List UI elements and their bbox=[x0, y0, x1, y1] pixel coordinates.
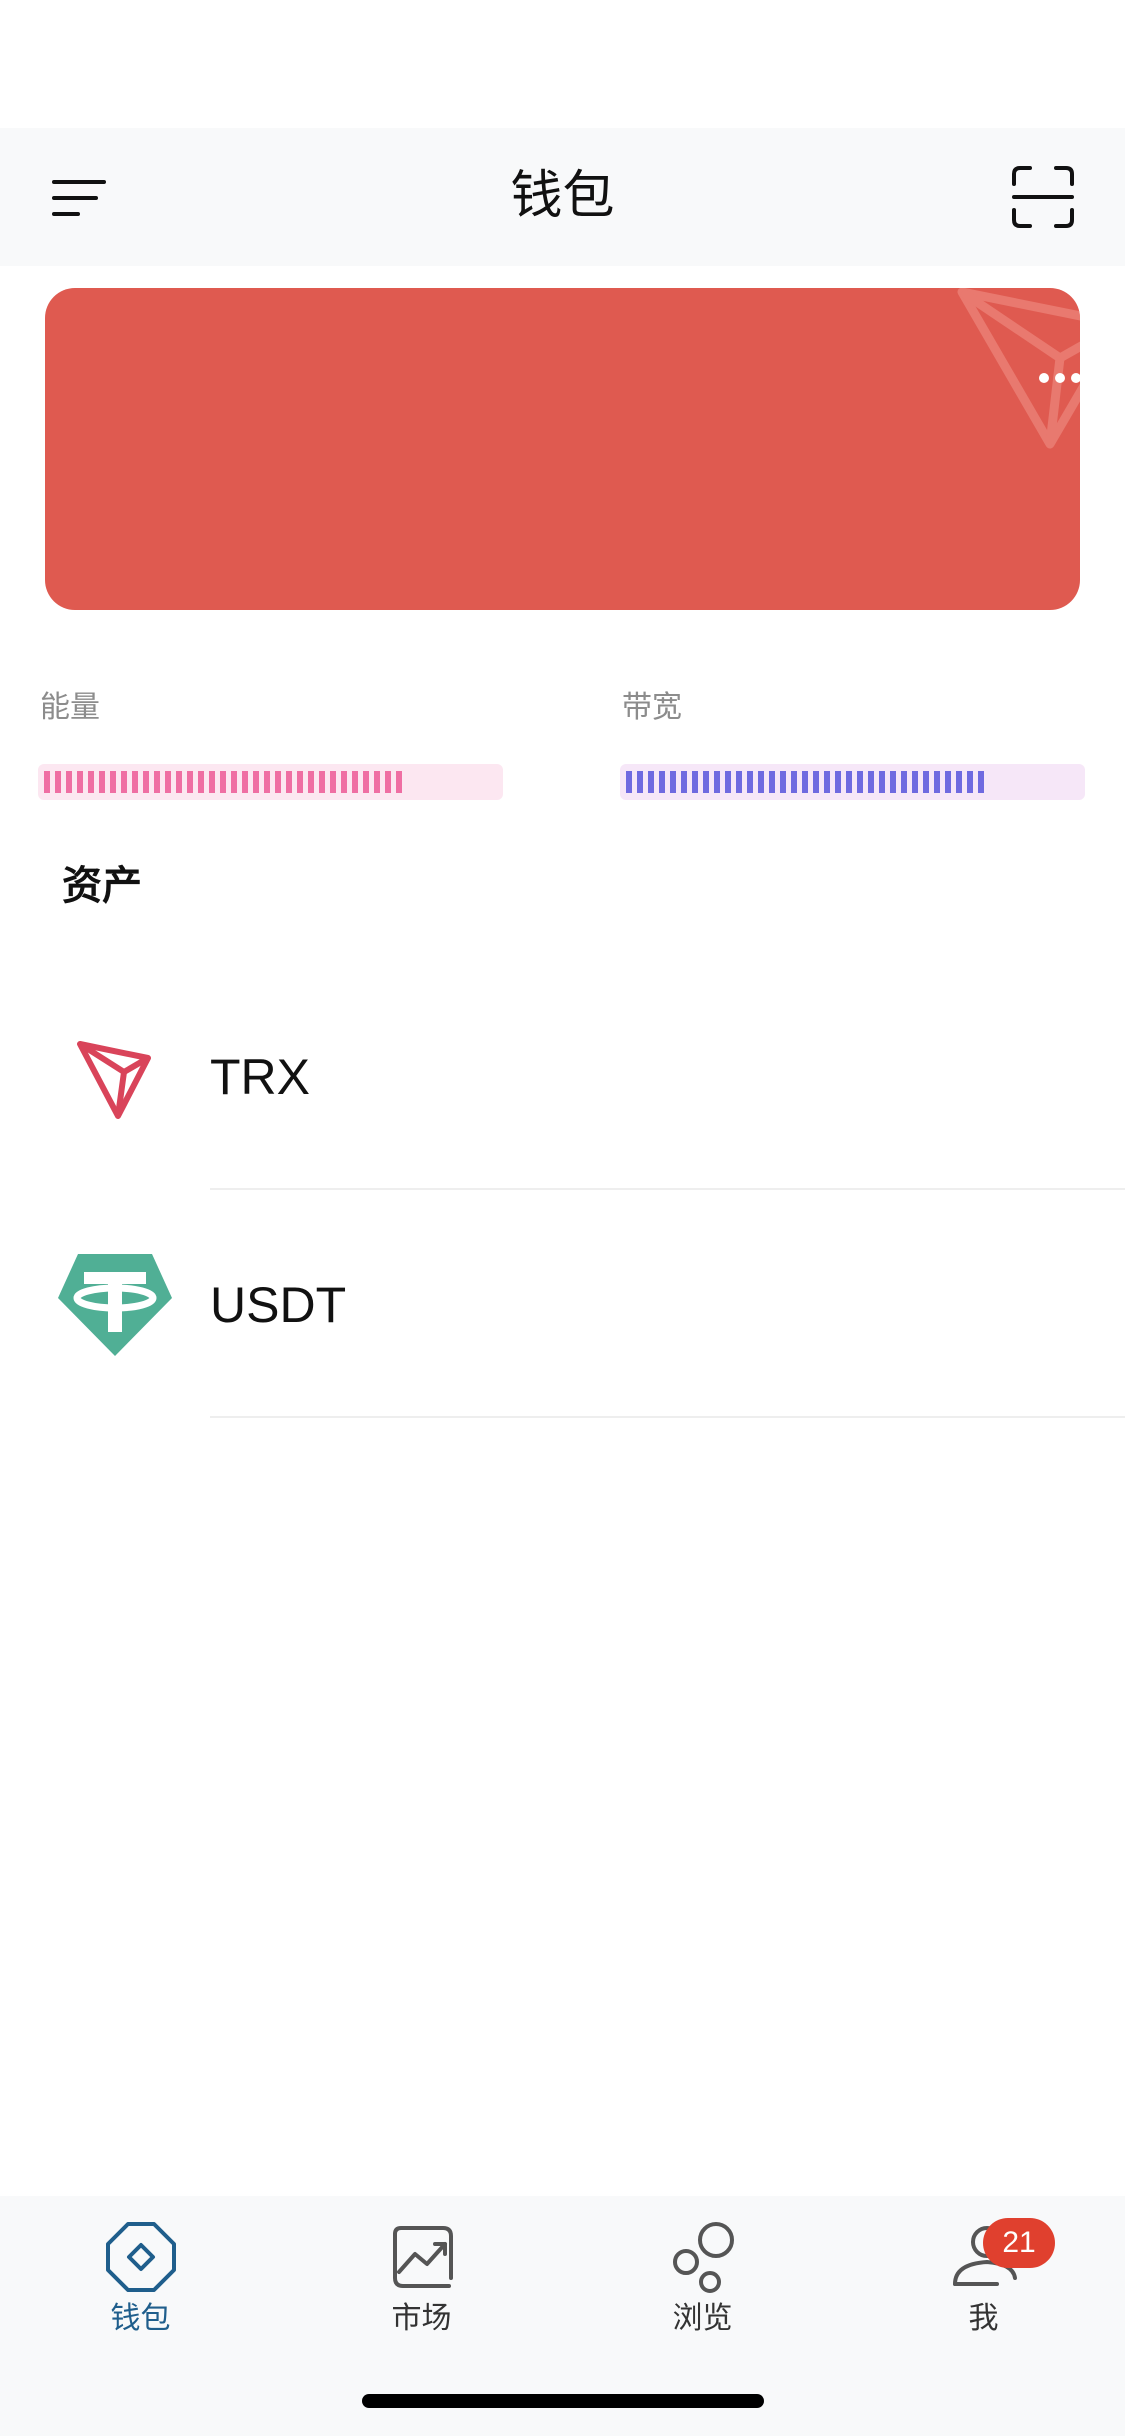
tab-label: 我 bbox=[968, 2301, 999, 2336]
bandwidth-label: 带宽 bbox=[622, 690, 682, 725]
navigation-bar: 钱包 bbox=[0, 128, 1125, 266]
asset-row-trx[interactable]: TRX bbox=[0, 962, 1125, 1190]
divider bbox=[210, 1416, 1125, 1418]
asset-row-usdt[interactable]: USDT bbox=[0, 1190, 1125, 1418]
tab-browse[interactable]: 浏览 bbox=[562, 2196, 843, 2356]
wallet-card[interactable] bbox=[45, 288, 1080, 610]
status-bar-area bbox=[0, 0, 1125, 128]
scan-icon[interactable] bbox=[1010, 164, 1076, 230]
market-tab-icon bbox=[393, 2226, 453, 2288]
tab-label: 钱包 bbox=[110, 2301, 171, 2336]
home-indicator[interactable] bbox=[362, 2394, 764, 2408]
notification-badge: 21 bbox=[983, 2218, 1055, 2268]
trx-icon bbox=[77, 1041, 151, 1119]
asset-symbol: TRX bbox=[210, 1049, 310, 1105]
tab-label: 市场 bbox=[391, 2301, 452, 2336]
more-horizontal-icon[interactable] bbox=[1020, 358, 1080, 398]
tab-market[interactable]: 市场 bbox=[281, 2196, 562, 2356]
page-title: 钱包 bbox=[510, 166, 615, 226]
browse-tab-icon bbox=[673, 2222, 734, 2293]
bandwidth-progress-fill bbox=[626, 771, 989, 793]
energy-progress-fill bbox=[44, 771, 407, 793]
wallet-tab-icon bbox=[106, 2222, 176, 2292]
energy-label: 能量 bbox=[40, 690, 100, 725]
bandwidth-progress-bar bbox=[620, 764, 1085, 800]
assets-heading: 资产 bbox=[62, 863, 142, 909]
tab-wallet[interactable]: 钱包 bbox=[0, 2196, 281, 2356]
energy-progress-bar bbox=[38, 764, 503, 800]
usdt-icon bbox=[58, 1254, 172, 1356]
tab-me[interactable]: 21 我 bbox=[843, 2196, 1124, 2356]
asset-symbol: USDT bbox=[210, 1277, 347, 1333]
tab-label: 浏览 bbox=[672, 2301, 733, 2336]
